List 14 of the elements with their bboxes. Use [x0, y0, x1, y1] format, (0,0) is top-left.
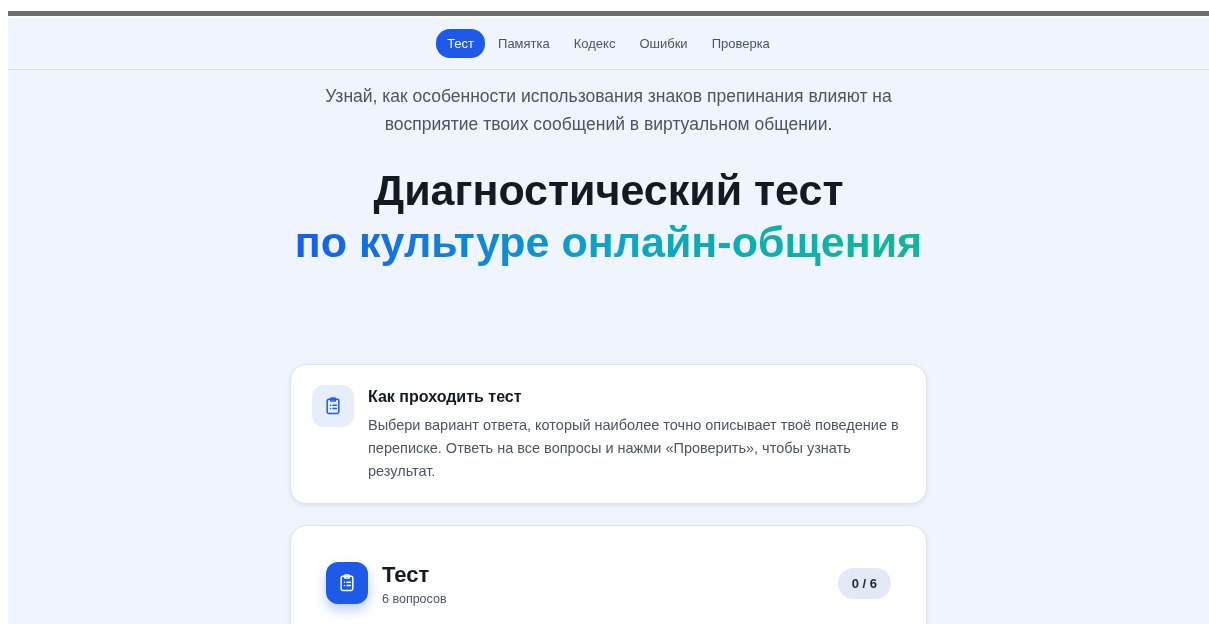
- page-title: Диагностический тест: [372, 165, 845, 216]
- clipboard-icon: [323, 396, 343, 416]
- question-count: 6 вопросов: [382, 592, 447, 606]
- nav-tab[interactable]: Кодекс: [562, 29, 627, 58]
- progress-badge: 0 / 6: [837, 568, 891, 599]
- card-text: Выбери вариант ответа, который наиболее точно описывает твоё поведение в переписке. Ответь на все вопросы и нажми «Проверить», чтобы узнать результат.: [368, 416, 900, 481]
- nav-tab[interactable]: Тест: [436, 29, 486, 58]
- nav-tab[interactable]: Проверка: [700, 29, 781, 58]
- test-title: Тест: [382, 562, 431, 588]
- intro-text: Узнай, как особенности использования знаков препинания влияют на восприятие твоих сообщений в виртуальном общении.: [324, 85, 893, 136]
- nav-tab[interactable]: Ошибки: [628, 29, 699, 58]
- nav-tab[interactable]: Памятка: [487, 29, 561, 58]
- card-title: Как проходить тест: [368, 388, 523, 406]
- clipboard-icon: [337, 573, 357, 593]
